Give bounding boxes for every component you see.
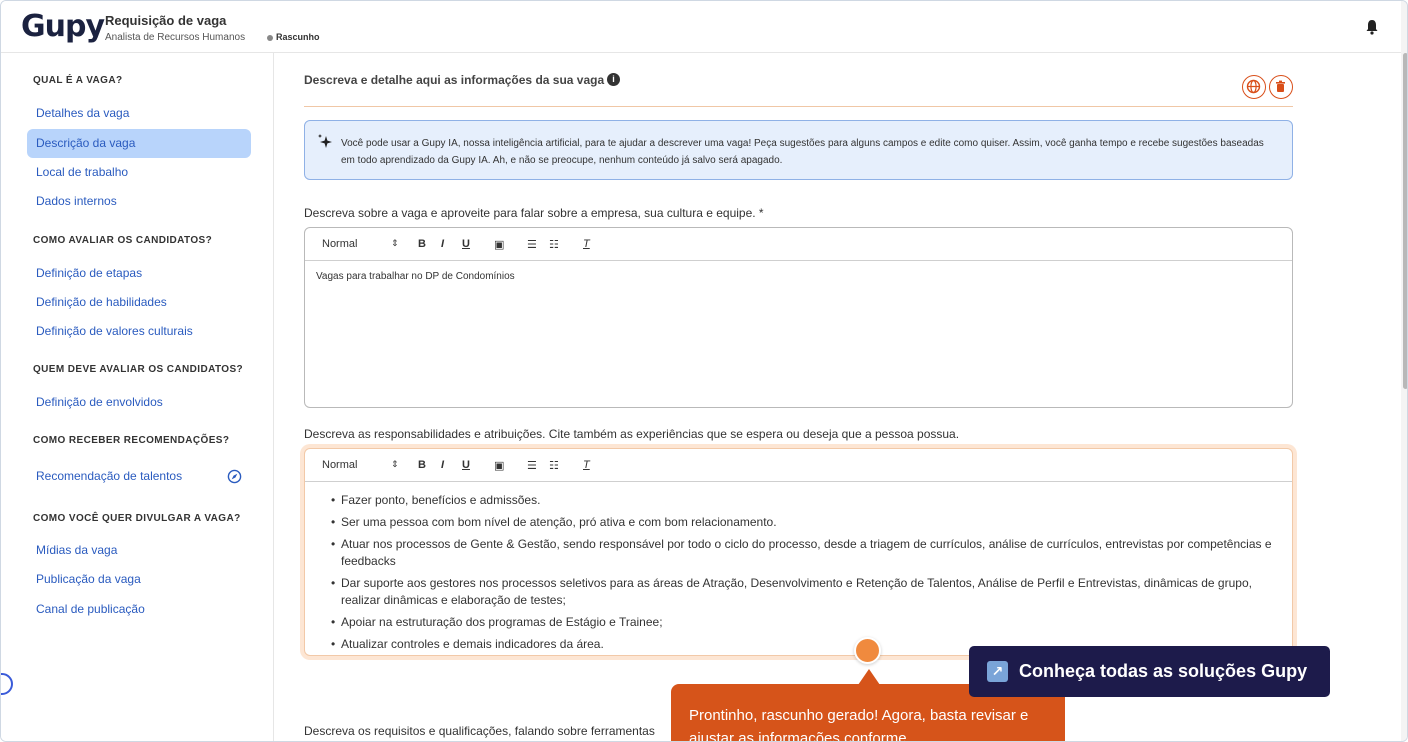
sidebar-item-habilidades[interactable]: Definição de habilidades — [27, 288, 251, 317]
section-title: Descreva e detalhe aqui as informações d… — [304, 73, 605, 87]
status-label: Rascunho — [276, 32, 320, 42]
popup-arrow — [858, 669, 880, 685]
bullet-list-icon[interactable]: ☷ — [549, 238, 559, 251]
editor-text[interactable]: Vagas para trabalhar no DP de Condomínio… — [305, 261, 1292, 292]
image-icon[interactable]: ▣ — [494, 238, 504, 251]
job-subtitle: Analista de Recursos Humanos — [105, 32, 246, 43]
list-item: Fazer ponto, benefícios e admissões. — [331, 492, 1276, 509]
main-content: Descreva e detalhe aqui as informações d… — [275, 53, 1401, 741]
sidebar-item-etapas[interactable]: Definição de etapas — [27, 259, 251, 288]
globe-icon — [1246, 79, 1261, 94]
sidebar-heading-divulgar: COMO VOCÊ QUER DIVULGAR A VAGA? — [33, 513, 241, 524]
gupy-logo[interactable]: Gupy — [21, 9, 105, 44]
external-link-icon: ↗ — [987, 661, 1008, 682]
delete-button[interactable] — [1269, 75, 1293, 99]
bold-icon[interactable]: B — [418, 459, 426, 471]
sidebar: QUAL É A VAGA? Detalhes da vaga Descriçã… — [1, 53, 274, 741]
sidebar-item-valores[interactable]: Definição de valores culturais — [27, 317, 251, 346]
field2-label: Descreva as responsabilidades e atribuiç… — [304, 427, 960, 441]
chevron-updown-icon[interactable]: ⇕ — [391, 238, 399, 249]
field1-label: Descreva sobre a vaga e aproveite para f… — [304, 206, 764, 220]
responsibilities-editor[interactable]: Normal ⇕ B I U ▣ ☰ ☷ T Fazer ponto, bene… — [304, 448, 1293, 656]
clear-format-icon[interactable]: T — [583, 459, 590, 471]
editor-toolbar: Normal ⇕ B I U ▣ ☰ ☷ T — [305, 228, 1292, 261]
format-select[interactable]: Normal — [322, 459, 357, 471]
sidebar-heading-avaliar: COMO AVALIAR OS CANDIDATOS? — [33, 235, 213, 246]
sparkle-icon — [318, 134, 332, 148]
italic-icon[interactable]: I — [441, 238, 444, 250]
translate-button[interactable] — [1242, 75, 1266, 99]
compass-icon — [227, 469, 242, 484]
sidebar-item-dados-internos[interactable]: Dados internos — [27, 187, 251, 216]
responsibilities-list[interactable]: Fazer ponto, benefícios e admissões. Ser… — [305, 482, 1292, 653]
tour-beacon[interactable] — [854, 637, 881, 664]
sidebar-heading-recomendacoes: COMO RECEBER RECOMENDAÇÕES? — [33, 435, 230, 446]
ordered-list-icon[interactable]: ☰ — [527, 238, 537, 251]
sidebar-item-detalhes[interactable]: Detalhes da vaga — [27, 99, 251, 128]
divider — [304, 106, 1293, 107]
banner-label: Conheça todas as soluções Gupy — [1019, 661, 1308, 681]
list-item: Atuar nos processos de Gente & Gestão, s… — [331, 536, 1276, 570]
list-item: Dar suporte aos gestores nos processos s… — [331, 575, 1276, 609]
info-icon[interactable]: i — [607, 73, 620, 86]
sidebar-heading-vaga: QUAL É A VAGA? — [33, 75, 123, 86]
editor-toolbar: Normal ⇕ B I U ▣ ☰ ☷ T — [305, 449, 1292, 482]
app-window: Gupy Requisição de vaga Analista de Recu… — [0, 0, 1408, 742]
image-icon[interactable]: ▣ — [494, 459, 504, 472]
bullet-list-icon[interactable]: ☷ — [549, 459, 559, 472]
sidebar-item-canal[interactable]: Canal de publicação — [27, 595, 251, 624]
sidebar-item-midias[interactable]: Mídias da vaga — [27, 536, 251, 565]
ai-notice: Você pode usar a Gupy IA, nossa inteligê… — [304, 120, 1293, 180]
solutions-banner[interactable]: ↗ Conheça todas as soluções Gupy — [969, 646, 1330, 697]
chevron-updown-icon[interactable]: ⇕ — [391, 459, 399, 470]
status-dot-icon — [267, 34, 273, 41]
bell-icon[interactable] — [1365, 19, 1379, 35]
sidebar-heading-quem: QUEM DEVE AVALIAR OS CANDIDATOS? — [33, 364, 244, 375]
description-editor[interactable]: Normal ⇕ B I U ▣ ☰ ☷ T Vagas para trabal… — [304, 227, 1293, 408]
ai-notice-text: Você pode usar a Gupy IA, nossa inteligê… — [341, 138, 1264, 166]
sidebar-item-local[interactable]: Local de trabalho — [27, 158, 251, 187]
list-item: Ser uma pessoa com bom nível de atenção,… — [331, 514, 1276, 531]
field3-label: Descreva os requisitos e qualificações, … — [304, 724, 655, 738]
clear-format-icon[interactable]: T — [583, 238, 590, 250]
ordered-list-icon[interactable]: ☰ — [527, 459, 537, 472]
sidebar-item-descricao[interactable]: Descrição da vaga — [27, 129, 251, 158]
underline-icon[interactable]: U — [462, 238, 470, 250]
underline-icon[interactable]: U — [462, 459, 470, 471]
status-badge: Rascunho — [267, 32, 320, 42]
top-header: Gupy Requisição de vaga Analista de Recu… — [1, 1, 1401, 53]
bold-icon[interactable]: B — [418, 238, 426, 250]
sidebar-item-publicacao[interactable]: Publicação da vaga — [27, 565, 251, 594]
format-select[interactable]: Normal — [322, 238, 357, 250]
scrollbar-thumb[interactable] — [1403, 53, 1407, 389]
italic-icon[interactable]: I — [441, 459, 444, 471]
page-title: Requisição de vaga — [105, 13, 227, 28]
trash-icon — [1276, 80, 1285, 92]
list-item: Apoiar na estruturação dos programas de … — [331, 614, 1276, 631]
sidebar-item-envolvidos[interactable]: Definição de envolvidos — [27, 388, 251, 417]
sidebar-item-recomendacao[interactable]: Recomendação de talentos — [27, 462, 251, 491]
